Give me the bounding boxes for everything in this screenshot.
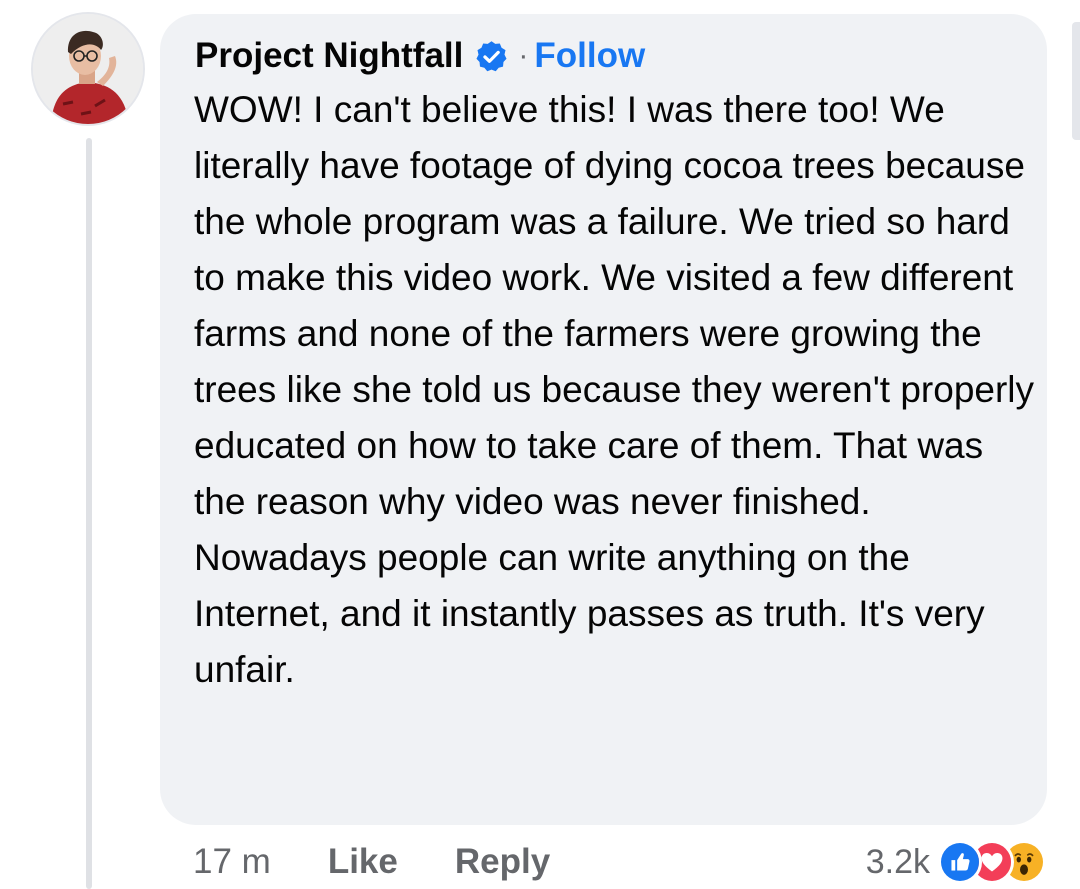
- reaction-count: 3.2k: [865, 842, 930, 881]
- comment-header: Project Nightfall · Follow: [195, 32, 645, 80]
- comment-bubble: Project Nightfall · Follow WOW! I can't …: [160, 14, 1047, 825]
- profile-photo: [33, 14, 143, 124]
- author-name[interactable]: Project Nightfall: [195, 36, 463, 76]
- follow-button[interactable]: Follow: [534, 36, 645, 76]
- reply-button[interactable]: Reply: [455, 842, 550, 882]
- reply-thread-line: [86, 138, 92, 889]
- separator-dot: ·: [518, 39, 529, 72]
- like-button[interactable]: Like: [328, 842, 398, 882]
- like-reaction-icon: [938, 840, 982, 884]
- timestamp[interactable]: 17 m: [193, 842, 271, 882]
- verified-badge-icon: [474, 39, 509, 74]
- scrollbar[interactable]: [1072, 22, 1080, 140]
- reaction-icons: [938, 840, 1046, 884]
- avatar[interactable]: [33, 14, 143, 124]
- reactions-summary[interactable]: 3.2k: [866, 836, 1046, 888]
- comment-text: WOW! I can't believe this! I was there t…: [194, 89, 1035, 690]
- comment-actions: 17 m Like Reply: [193, 838, 550, 886]
